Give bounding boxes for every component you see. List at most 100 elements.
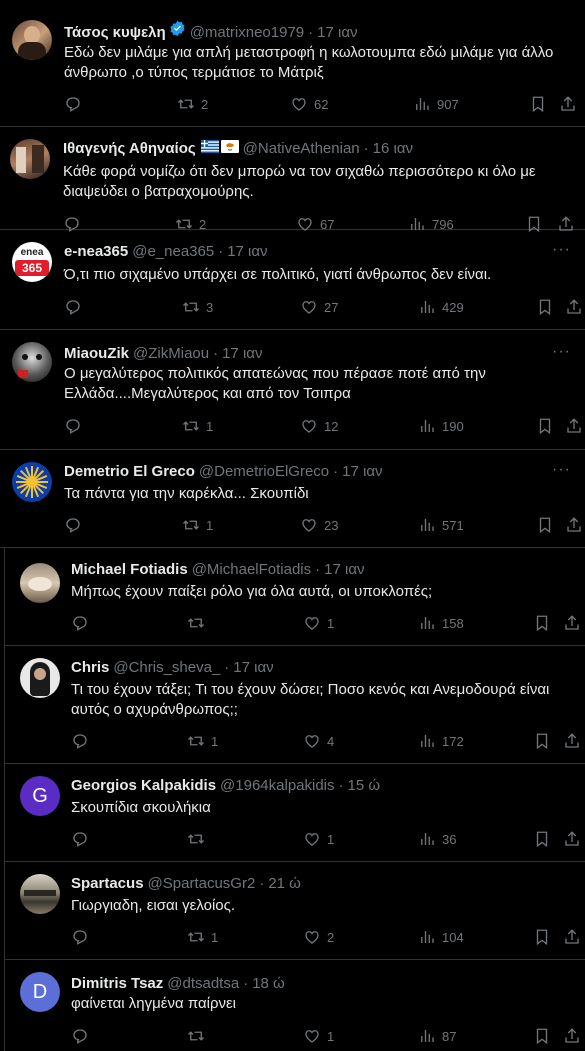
reply-button[interactable] bbox=[71, 928, 89, 946]
like-button[interactable]: 1 bbox=[303, 614, 334, 632]
bookmark-button[interactable] bbox=[533, 928, 551, 946]
share-button[interactable] bbox=[565, 516, 583, 534]
reply-button[interactable] bbox=[71, 732, 89, 750]
timestamp[interactable]: 17 ιαν bbox=[222, 344, 262, 364]
views-button[interactable]: 190 bbox=[418, 417, 464, 435]
views-button[interactable]: 104 bbox=[418, 928, 464, 946]
views-button[interactable]: 907 bbox=[413, 95, 459, 113]
retweet-button[interactable]: 1 bbox=[187, 732, 218, 750]
more-options-button[interactable]: ··· bbox=[552, 462, 571, 478]
tweet[interactable]: MiaouZik @ZikMiaou · 17 ιαν ··· Ο μεγαλύ… bbox=[0, 330, 585, 450]
share-button[interactable] bbox=[563, 732, 581, 750]
share-button[interactable] bbox=[563, 614, 581, 632]
user-name[interactable]: Ιθαγενής Αθηναίος bbox=[63, 139, 196, 159]
user-handle[interactable]: @ZikMiaou bbox=[133, 344, 209, 364]
share-button[interactable] bbox=[563, 830, 581, 848]
reply-button[interactable] bbox=[71, 1027, 89, 1045]
like-button[interactable]: 12 bbox=[300, 417, 338, 435]
avatar[interactable] bbox=[20, 874, 60, 914]
like-button[interactable]: 2 bbox=[303, 928, 334, 946]
avatar[interactable]: G bbox=[20, 776, 60, 816]
retweet-button[interactable]: 3 bbox=[182, 298, 213, 316]
like-button[interactable]: 27 bbox=[300, 298, 338, 316]
tweet[interactable]: Spartacus @SpartacusGr2 · 21 ώ Γιωργιαδη… bbox=[4, 862, 585, 960]
bookmark-button[interactable] bbox=[533, 732, 551, 750]
bookmark-button[interactable] bbox=[529, 95, 547, 113]
user-name[interactable]: Chris bbox=[71, 658, 109, 678]
share-button[interactable] bbox=[559, 95, 577, 113]
like-button[interactable]: 1 bbox=[303, 830, 334, 848]
like-button[interactable]: 4 bbox=[303, 732, 334, 750]
views-button[interactable]: 571 bbox=[418, 516, 464, 534]
like-button[interactable]: 62 bbox=[290, 95, 328, 113]
retweet-button[interactable]: 2 bbox=[177, 95, 208, 113]
avatar[interactable] bbox=[12, 342, 52, 382]
tweet[interactable]: G Georgios Kalpakidis @1964kalpakidis · … bbox=[4, 764, 585, 862]
retweet-button[interactable]: 1 bbox=[182, 417, 213, 435]
bookmark-button[interactable] bbox=[533, 830, 551, 848]
retweet-button[interactable]: 1 bbox=[187, 928, 218, 946]
like-button[interactable]: 23 bbox=[300, 516, 338, 534]
user-handle[interactable]: @Chris_sheva_ bbox=[113, 658, 220, 678]
avatar[interactable] bbox=[20, 658, 60, 698]
avatar[interactable] bbox=[10, 139, 50, 179]
timestamp[interactable]: 17 ιαν bbox=[317, 23, 357, 43]
tweet[interactable]: Chris @Chris_sheva_ · 17 ιαν Τι του έχου… bbox=[4, 646, 585, 764]
retweet-button[interactable] bbox=[187, 614, 211, 632]
tweet[interactable]: Michael Fotiadis @MichaelFotiadis · 17 ι… bbox=[4, 548, 585, 646]
reply-button[interactable] bbox=[64, 516, 82, 534]
reply-button[interactable] bbox=[64, 417, 82, 435]
user-name[interactable]: e-nea365 bbox=[64, 242, 128, 262]
timestamp[interactable]: 17 ιαν bbox=[233, 658, 273, 678]
reply-button[interactable] bbox=[71, 830, 89, 848]
views-button[interactable]: 172 bbox=[418, 732, 464, 750]
tweet[interactable]: enea 365 e-nea365 @e_nea365 · 17 ιαν ···… bbox=[0, 230, 585, 330]
user-handle[interactable]: @NativeAthenian bbox=[243, 139, 360, 159]
share-button[interactable] bbox=[565, 298, 583, 316]
avatar[interactable] bbox=[12, 20, 52, 60]
avatar[interactable] bbox=[20, 563, 60, 603]
bookmark-button[interactable] bbox=[536, 298, 554, 316]
views-button[interactable]: 429 bbox=[418, 298, 464, 316]
share-button[interactable] bbox=[563, 1027, 581, 1045]
user-handle[interactable]: @e_nea365 bbox=[132, 242, 214, 262]
user-name[interactable]: Τάσος κυψελη bbox=[64, 23, 166, 43]
timestamp[interactable]: 16 ιαν bbox=[373, 139, 413, 159]
avatar[interactable]: D bbox=[20, 972, 60, 1012]
avatar[interactable] bbox=[12, 462, 52, 502]
views-button[interactable]: 36 bbox=[418, 830, 456, 848]
timestamp[interactable]: 17 ιαν bbox=[227, 242, 267, 262]
user-handle[interactable]: @1964kalpakidis bbox=[220, 776, 334, 796]
retweet-button[interactable]: 1 bbox=[182, 516, 213, 534]
retweet-button[interactable] bbox=[187, 830, 211, 848]
timestamp[interactable]: 18 ώ bbox=[252, 974, 285, 994]
bookmark-button[interactable] bbox=[533, 1027, 551, 1045]
more-options-button[interactable]: ··· bbox=[552, 242, 571, 258]
user-name[interactable]: Georgios Kalpakidis bbox=[71, 776, 216, 796]
tweet[interactable]: Demetrio El Greco @DemetrioElGreco · 17 … bbox=[0, 450, 585, 548]
user-handle[interactable]: @SpartacusGr2 bbox=[148, 874, 256, 894]
bookmark-button[interactable] bbox=[536, 417, 554, 435]
reply-button[interactable] bbox=[64, 95, 82, 113]
tweet[interactable]: Ιθαγενής Αθηναίος @NativeAthenian · 16 ι… bbox=[0, 127, 585, 233]
timestamp[interactable]: 15 ώ bbox=[348, 776, 381, 796]
timestamp[interactable]: 17 ιαν bbox=[324, 560, 364, 580]
reply-button[interactable] bbox=[71, 614, 89, 632]
views-button[interactable]: 158 bbox=[418, 614, 464, 632]
user-name[interactable]: Demetrio El Greco bbox=[64, 462, 195, 482]
avatar[interactable]: enea 365 bbox=[12, 242, 52, 282]
tweet[interactable]: D Dimitris Tsaz @dtsadtsa · 18 ώ φαίνετα… bbox=[4, 960, 585, 1051]
timestamp[interactable]: 21 ώ bbox=[268, 874, 301, 894]
retweet-button[interactable] bbox=[187, 1027, 211, 1045]
bookmark-button[interactable] bbox=[536, 516, 554, 534]
user-name[interactable]: Dimitris Tsaz bbox=[71, 974, 163, 994]
reply-button[interactable] bbox=[64, 298, 82, 316]
user-handle[interactable]: @matrixneo1979 bbox=[190, 23, 304, 43]
more-options-button[interactable]: ··· bbox=[552, 344, 571, 360]
user-name[interactable]: MiaouZik bbox=[64, 344, 129, 364]
user-handle[interactable]: @MichaelFotiadis bbox=[192, 560, 311, 580]
user-name[interactable]: Michael Fotiadis bbox=[71, 560, 188, 580]
user-handle[interactable]: @DemetrioElGreco bbox=[199, 462, 329, 482]
views-button[interactable]: 87 bbox=[418, 1027, 456, 1045]
share-button[interactable] bbox=[563, 928, 581, 946]
